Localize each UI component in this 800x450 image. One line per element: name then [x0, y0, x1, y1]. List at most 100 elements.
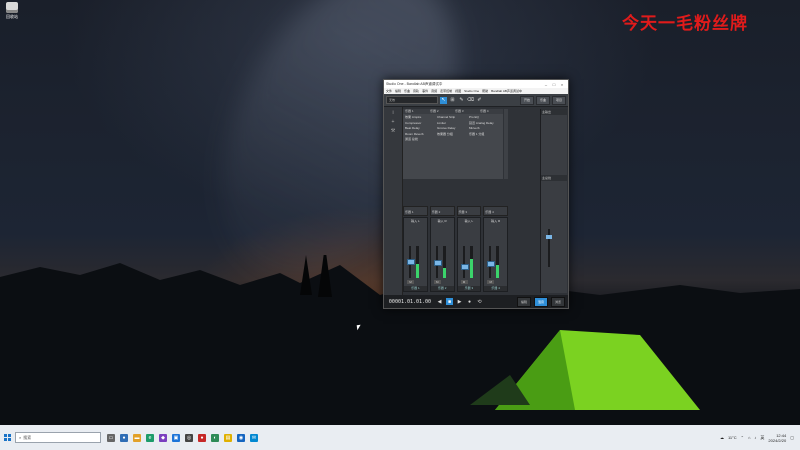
add-track-icon[interactable]: +: [389, 119, 397, 125]
fader-handle[interactable]: [433, 260, 442, 266]
minimize-button[interactable]: –: [542, 82, 550, 87]
inspector-icon[interactable]: i: [389, 110, 397, 116]
notification-icon[interactable]: ▢: [790, 435, 794, 440]
main-bus-label: 主总线: [541, 175, 567, 181]
wrench-icon[interactable]: ⚒: [389, 128, 397, 134]
weather-temp[interactable]: 11°C: [728, 435, 737, 440]
studio-one-icon[interactable]: ◎: [185, 433, 193, 442]
stop-icon[interactable]: ■: [446, 298, 453, 305]
time-display: 00001.01.01.00: [388, 298, 432, 305]
close-button[interactable]: ×: [558, 82, 566, 87]
menu-view[interactable]: 视图: [455, 89, 461, 93]
menu-studio-one[interactable]: Studio One: [464, 89, 479, 93]
main-fader-handle[interactable]: [546, 235, 552, 239]
mixer-channel-strip: 输入 L M 乐器 1: [403, 217, 428, 292]
chevron-up-icon[interactable]: ⌃: [741, 435, 744, 440]
ime-indicator[interactable]: 英: [760, 435, 764, 441]
maximize-button[interactable]: □: [550, 82, 558, 87]
weather-icon[interactable]: ☁: [720, 435, 724, 440]
mail-icon[interactable]: ✉: [250, 433, 258, 442]
start-button[interactable]: [0, 425, 14, 450]
instrument-slot[interactable]: 乐器 1: [403, 206, 428, 216]
channel-name: 乐器 4: [484, 286, 507, 291]
song-button[interactable]: 乐曲: [535, 95, 550, 105]
task-view-icon[interactable]: ▭: [107, 433, 115, 442]
mixer: 输入 L M 乐器 1 输入 R M 乐器 2 输入 L M 乐器 3 输入 R M 乐器 4: [403, 217, 508, 292]
file-explorer-icon[interactable]: ▬: [133, 433, 141, 442]
menu-file[interactable]: 文件: [386, 89, 392, 93]
chat-icon[interactable]: ●: [120, 433, 128, 442]
menu-event[interactable]: 事件: [422, 89, 428, 93]
mute-button[interactable]: M: [407, 280, 414, 284]
record-icon[interactable]: ●: [466, 298, 473, 305]
fader-handle[interactable]: [487, 261, 496, 268]
range-tool-icon[interactable]: ⊞: [449, 97, 456, 104]
loop-icon[interactable]: ⟲: [476, 298, 483, 305]
arrow-tool-icon[interactable]: ↖: [440, 96, 447, 104]
paint-tool-icon[interactable]: ✐: [476, 97, 483, 104]
pencil-tool-icon[interactable]: ✎: [458, 97, 465, 104]
recycle-bin-label: 回收站: [6, 14, 18, 19]
plugin-browser: 乐器 1 乐器 2 乐器 3 乐器 4 效果 Ampire Channel St…: [403, 109, 503, 179]
recycle-bin-icon[interactable]: 回收站: [3, 2, 21, 20]
mute-button[interactable]: M: [487, 280, 495, 284]
eraser-tool-icon[interactable]: ⌫: [467, 97, 474, 104]
obs-icon[interactable]: ●: [198, 433, 206, 442]
menu-project-name[interactable]: Bandlab AB声道调试中: [491, 89, 522, 93]
column-header[interactable]: 乐器 4: [478, 109, 503, 114]
column-header[interactable]: 乐器 2: [428, 109, 453, 114]
main-output-header: 主输出: [541, 109, 567, 115]
list-item[interactable]: 通道 总线: [405, 137, 437, 143]
system-tray: ☁ 11°C ⌃ ⌂ ♪ 英 12:44 2024/2/20 ▢: [720, 433, 800, 443]
tab-mix[interactable]: 混音: [533, 296, 548, 307]
instrument-slot[interactable]: 乐器 4: [483, 206, 508, 216]
search-input[interactable]: ⌕ 搜索: [15, 432, 101, 443]
store-icon[interactable]: ▣: [172, 433, 180, 442]
menu-audio[interactable]: 音频: [431, 89, 437, 93]
menu-edit[interactable]: 编辑: [395, 89, 401, 93]
search-icon: ⌕: [19, 435, 22, 440]
menu-help[interactable]: 帮助: [482, 89, 488, 93]
play-icon[interactable]: ▶: [456, 298, 463, 305]
mute-button[interactable]: M: [460, 280, 468, 284]
network-icon[interactable]: ⌂: [748, 435, 750, 440]
column-header[interactable]: 乐器 1: [403, 109, 428, 114]
menu-transport[interactable]: 走带控制: [440, 89, 452, 93]
fader-handle[interactable]: [460, 264, 469, 271]
transport-bar: 00001.01.01.00 ◀ ■ ▶ ● ⟲ 编辑 混音 浏览: [384, 295, 568, 308]
tab-edit[interactable]: 编辑: [516, 296, 531, 307]
channel-input-label: 输入 R: [437, 219, 447, 223]
mouse-cursor: [356, 324, 362, 331]
start-button[interactable]: 开始: [519, 95, 534, 105]
menu-song[interactable]: 乐曲: [404, 89, 410, 93]
instrument-slot[interactable]: 乐器 2: [429, 206, 455, 216]
list-item[interactable]: 效果器 分组: [437, 132, 469, 138]
edge-icon[interactable]: e: [146, 433, 154, 442]
level-meter-fill: [469, 258, 473, 278]
browser-icon[interactable]: ◉: [237, 433, 245, 442]
clock[interactable]: 12:44 2024/2/20: [768, 433, 786, 443]
fader-track[interactable]: [462, 246, 465, 278]
toolbar-dropdown[interactable]: 无效: [386, 96, 438, 104]
tab-browse[interactable]: 浏览: [550, 296, 565, 307]
channel-input-label: 输入 L: [411, 219, 420, 223]
instrument-row: 乐器 1 乐器 2 乐器 3 乐器 4: [403, 206, 508, 216]
level-meter: [496, 246, 500, 278]
search-placeholder: 搜索: [23, 434, 32, 440]
app-icon[interactable]: ◆: [159, 433, 167, 442]
volume-icon[interactable]: ♪: [754, 435, 756, 440]
left-tool-strip: i + ⚒: [384, 107, 403, 295]
mute-button[interactable]: M: [433, 280, 441, 284]
browser-scrollbar[interactable]: [504, 109, 508, 179]
list-item[interactable]: 乐器 1 分组: [469, 132, 501, 138]
toolbar: 无效 ↖ ⊞ ✎ ⌫ ✐ 开始 乐曲 项目: [384, 94, 568, 107]
column-header[interactable]: 乐器 3: [453, 109, 478, 114]
steam-icon[interactable]: ◐: [211, 433, 219, 442]
rewind-icon[interactable]: ◀: [436, 298, 443, 305]
project-button[interactable]: 项目: [551, 95, 566, 105]
notes-icon[interactable]: ▤: [224, 433, 232, 442]
channel-input-label: 输入 L: [464, 219, 474, 223]
instrument-slot[interactable]: 乐器 3: [456, 206, 482, 216]
fader-handle[interactable]: [407, 258, 415, 265]
menu-track[interactable]: 音轨: [413, 89, 419, 93]
